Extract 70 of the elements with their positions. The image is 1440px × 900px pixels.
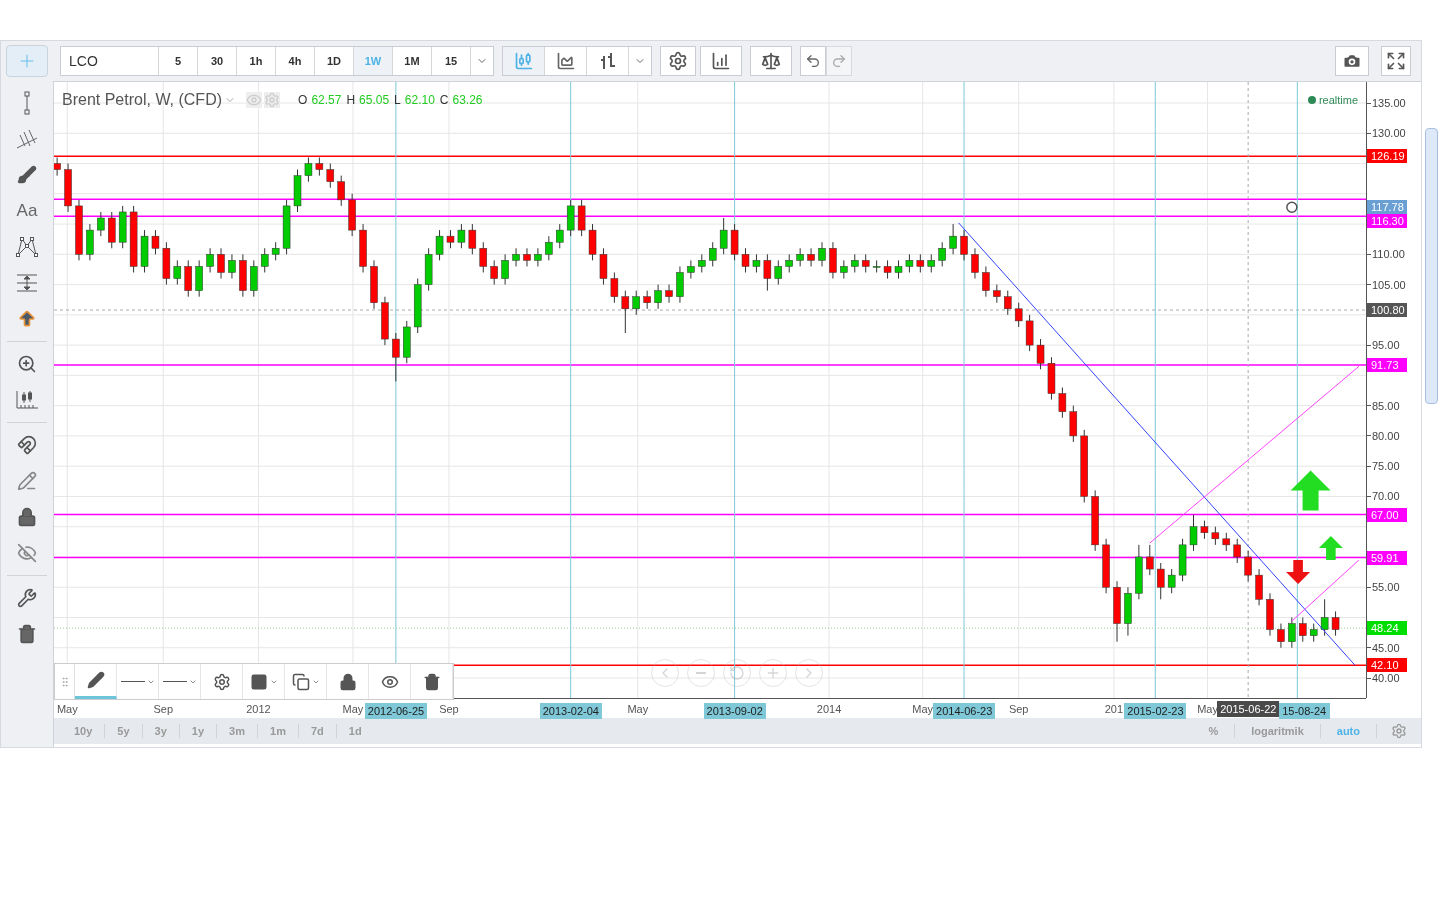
time-tick-label: 2012 [246,702,271,716]
scale-option-button[interactable]: % [1192,722,1235,740]
price-tick-label: 105.00 [1372,277,1406,292]
date-tag: 2015-06-22 [1217,701,1280,717]
price-tick-label: 40.00 [1372,671,1400,685]
scale-option-button[interactable]: auto [1320,722,1376,740]
interval-button[interactable]: 1W [354,47,393,75]
price-tick-label: 80.00 [1372,428,1400,443]
time-tick-label: Sep [153,702,174,716]
time-tick-label: May [342,702,364,716]
price-tick-label: 135.00 [1372,96,1406,110]
price-tick-label: 95.00 [1372,338,1400,353]
range-button[interactable]: 5y [105,722,142,740]
status-label: realtime [1318,93,1358,108]
time-tick-label: May [912,702,934,716]
price-tick-label: 85.00 [1372,398,1400,413]
price-tick-label: 45.00 [1372,640,1400,655]
price-tick-label: 110.00 [1372,247,1405,262]
range-button[interactable]: 1m [258,722,298,740]
ohlc-value: 62.10 [404,92,435,109]
text-tool-label: Aa [16,200,38,223]
price-tag: 126.19 [1367,149,1407,164]
interval-button[interactable]: 30 [198,47,237,75]
time-tick-label: Sep [439,702,459,716]
interval-button[interactable]: 5 [159,47,198,75]
range-button[interactable]: 1y [179,722,217,740]
price-tag: 100.80 [1367,303,1407,317]
date-tag: 2015-02-23 [1124,703,1187,719]
date-tag: 2012-06-25 [364,703,427,719]
price-tag: 42.10 [1367,658,1407,673]
drawing-tool-button[interactable]: Aa [7,196,47,226]
interval-button[interactable]: 15 [432,47,471,75]
price-tick-label: 130.00 [1372,126,1406,141]
date-tag: 15-08-24 [1279,703,1330,719]
date-tag: 2014-06-23 [933,703,996,719]
ohlc-value: 63.26 [452,92,483,109]
interval-button[interactable]: 1M [393,47,432,75]
ohlc-label: O [298,92,308,109]
range-button[interactable]: 7d [298,722,336,740]
symbol-field[interactable]: LCO [61,47,159,75]
ohlc-label: L [394,92,401,109]
price-tag: 91.73 [1367,357,1407,372]
price-tick-label: 55.00 [1372,580,1400,595]
date-tag: 2013-09-02 [703,703,766,719]
interval-button[interactable]: 4h [276,47,315,75]
time-tick-label: 201 [1104,702,1124,716]
price-tag: 67.00 [1367,507,1407,522]
interval-button[interactable]: 1h [237,47,276,75]
time-tick-label: May [627,702,649,716]
price-tag: 59.91 [1367,550,1407,565]
range-button[interactable]: 1d [336,722,374,740]
price-tag: 116.30 [1367,214,1407,229]
ohlc-value: 62.57 [311,92,342,109]
date-tag: 2013-02-04 [539,703,602,719]
range-button[interactable]: 3y [142,722,179,740]
ohlc-label: C [439,92,449,109]
price-tag: 48.24 [1367,621,1407,636]
ohlc-label: H [346,92,356,109]
range-button[interactable]: 3m [217,722,257,740]
price-tick-label: 70.00 [1372,489,1400,504]
time-tick-label: May [56,702,78,716]
price-tick-label: 75.00 [1372,459,1400,474]
chart-title: Brent Petrol, W, (CFD) [62,90,223,110]
time-tick-label: Sep [1008,702,1029,716]
time-tick-label: 2014 [816,702,842,716]
ohlc-value: 65.05 [359,92,390,109]
scale-option-button[interactable]: logaritmik [1235,722,1320,740]
time-tick-label: May [1197,702,1218,716]
price-tag: 117.78 [1367,200,1407,215]
range-button[interactable]: 10y [62,722,105,740]
